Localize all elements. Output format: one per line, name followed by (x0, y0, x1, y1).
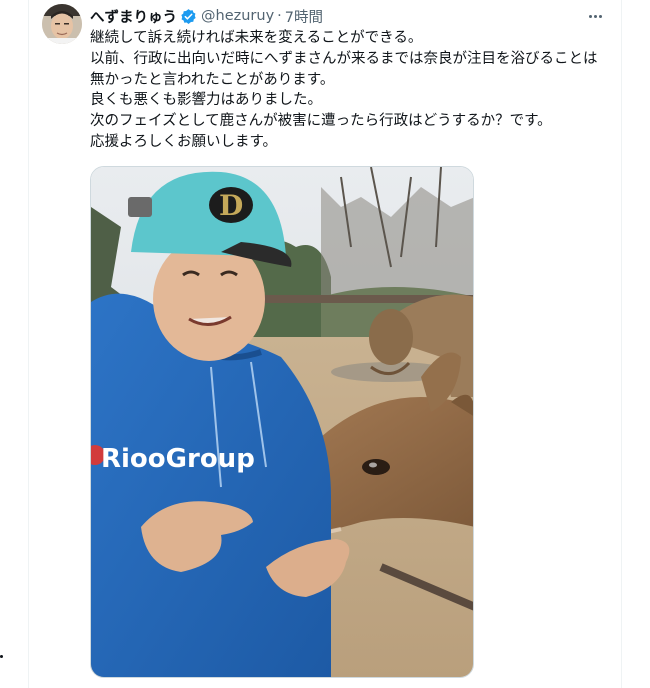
author-avatar[interactable] (42, 4, 82, 44)
tweet-timestamp[interactable]: 7時間 (285, 6, 323, 27)
hoodie-print: RiooGroup (101, 444, 255, 474)
tweet-line: 以前、行政に出向いだ時にへずまさんが来るまでは奈良が注目を浴びることは無かったと… (90, 50, 598, 88)
tweet-text: 継続して訴え続ければ未来を変えることができる。 以前、行政に出向いだ時にへずまさ… (90, 28, 610, 153)
header-separator: · (277, 8, 282, 24)
timeline-border-left (28, 0, 29, 688)
verified-badge-icon (180, 8, 197, 25)
author-display-name[interactable]: へずまりゅう (90, 6, 177, 27)
tweet-line: 継続して訴え続ければ未来を変えることができる。 (90, 30, 423, 46)
more-horizontal-icon[interactable] (583, 6, 607, 26)
tweet-header: へずまりゅう @hezuruy · 7時間 (90, 5, 323, 27)
cap-logo: D (219, 189, 243, 222)
author-handle[interactable]: @hezuruy (201, 8, 274, 24)
tweet-photo[interactable]: D RiooGroup (90, 166, 474, 678)
tweet-article[interactable]: へずまりゅう @hezuruy · 7時間 継続して訴え続ければ未来を変えること… (40, 0, 615, 688)
tweet-line: 応援よろしくお願いします。 (90, 133, 278, 150)
edge-dot (0, 655, 3, 658)
tweet-line: 良くも悪くも影響力はありました。 (90, 92, 322, 109)
timeline-border-right (621, 0, 622, 688)
tweet-line: 次のフェイズとして鹿さんが被害に遭ったら行政はどうするか？です。 (90, 113, 552, 130)
